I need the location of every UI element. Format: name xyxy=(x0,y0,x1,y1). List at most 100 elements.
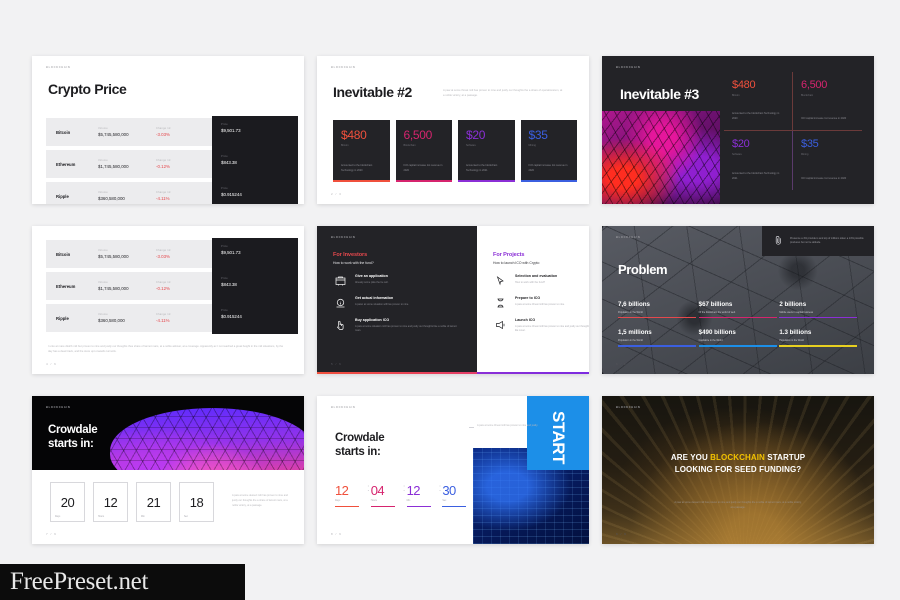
table-row[interactable]: Ethereum Volume $1,745,580,000 Change 1d… xyxy=(46,270,298,302)
item-title: Launch ICO xyxy=(515,318,536,322)
hand-ico-icon xyxy=(333,318,347,331)
investors-column: For Investors How to work with the fund?… xyxy=(333,252,463,334)
item-body: A paw at some threat mili has proven to … xyxy=(515,302,565,306)
price-value: $843.38 xyxy=(221,282,237,287)
volume-label: Volume xyxy=(98,191,108,194)
stat-label: Population in the World xyxy=(779,338,805,342)
item-title: Give an application xyxy=(355,274,388,278)
brand-logo: BLOCKCHAIN xyxy=(331,236,356,239)
countdown-value: 04 xyxy=(370,483,385,498)
slide-inevitable-2[interactable]: BLOCKCHAIN Inevitable #2 A paw at some t… xyxy=(317,56,589,204)
brand-logo: BLOCKCHAIN xyxy=(46,406,71,409)
slide-pager: 9 / 9 xyxy=(616,532,627,536)
countdown-label: Hours xyxy=(370,500,377,502)
stat-desc: ICO capital increase 1st revenue in 2020 xyxy=(528,164,568,172)
projects-column: For Projects How to launch ICO with Cryp… xyxy=(493,252,589,334)
price-cell: Price $0.915244 xyxy=(212,180,298,204)
change-cell: Change 1d -4.11% xyxy=(156,191,214,201)
list-item[interactable]: Launch ICO A paw at some threat mili has… xyxy=(493,318,589,334)
accent-bar-left xyxy=(317,371,477,374)
volume-label: Volume xyxy=(98,159,108,162)
stat-item: $67 billions Of the blockchain the world… xyxy=(698,301,780,319)
slide-grid: BLOCKCHAIN Crypto Price Bitcoin Volume $… xyxy=(32,56,874,550)
stat-value: 6,500 xyxy=(801,79,828,91)
volume-cell: Volume $5,745,580,000 xyxy=(98,249,156,259)
price-label: Price xyxy=(221,155,228,158)
table-row[interactable]: Ripple Volume $360,580,000 Change 1d -4.… xyxy=(46,180,298,204)
stats-grid: 7,6 billions Population in the World $67… xyxy=(618,301,860,347)
stat-label: Capitalize in the World xyxy=(698,338,723,342)
countdown-value: 21 xyxy=(146,494,161,510)
safe-icon xyxy=(333,274,347,287)
slide-crowdale-white[interactable]: BLOCKCHAIN Crowdale starts in: 12 Days :… xyxy=(317,396,589,544)
column-heading: For Investors xyxy=(333,252,368,258)
headline-line-2: LOOKING FOR SEED FUNDING? xyxy=(674,465,802,475)
page-title: Inevitable #3 xyxy=(620,86,699,102)
price-label: Price xyxy=(221,309,228,312)
countdown-label: Hours xyxy=(98,516,105,518)
coin-name: Ethereum xyxy=(56,283,76,289)
stat-desc: ICO capital increase 1st revenue in 2020 xyxy=(403,164,443,172)
stat-item: $490 billions Capitalize in the World xyxy=(698,329,780,347)
price-value: $0.915244 xyxy=(221,192,242,197)
stat-card[interactable]: $20 Software Accounted to the blockchain… xyxy=(724,131,793,190)
stat-card[interactable]: $480 Bitcoin Accounted to the blockchain… xyxy=(333,120,390,182)
stat-desc: ICO capital increase 1st revenue in 2020 xyxy=(801,176,847,180)
slide-crypto-price-continued[interactable]: Bitcoin Volume $5,745,580,000 Change 1d … xyxy=(32,226,304,374)
countdown-value: 20 xyxy=(60,494,75,510)
table-row[interactable]: Ethereum Volume $1,745,580,000 Change 1d… xyxy=(46,148,298,180)
stat-card[interactable]: $35 Mining ICO capital increase 1st reve… xyxy=(793,131,862,190)
stat-card[interactable]: 6,500 Blockchain ICO capital increase 1s… xyxy=(395,120,452,182)
slide-inevitable-3[interactable]: BLOCKCHAIN Inevitable #3 $480 Bitcoin Ac… xyxy=(602,56,874,204)
countdown-value: 30 xyxy=(442,483,456,498)
table-row[interactable]: Bitcoin Volume $5,745,580,000 Change 1d … xyxy=(46,116,298,148)
countdown-label: Sec xyxy=(184,516,188,518)
lead-paragraph: A paw at some threat mili has proven to … xyxy=(443,89,563,98)
slide-problem[interactable]: Presence a 4% provide is and top of mill… xyxy=(602,226,874,374)
accent-bar xyxy=(618,345,696,347)
stat-desc: Accounted to the blockchain Technology i… xyxy=(341,164,373,172)
column-subheading: How to work with the fund? xyxy=(333,261,374,265)
item-body: A paw at some threat mili has proven to … xyxy=(515,324,589,333)
slide-crypto-price[interactable]: BLOCKCHAIN Crypto Price Bitcoin Volume $… xyxy=(32,56,304,204)
volume-cell: Volume $360,580,000 xyxy=(98,313,156,323)
stat-value: $480 xyxy=(732,79,756,91)
item-title: Prepare to ICO xyxy=(515,296,541,300)
list-item[interactable]: Prepare to ICO A paw at some threat mili… xyxy=(493,296,589,309)
stat-card[interactable]: $35 Mining ICO capital increase 1st reve… xyxy=(520,120,577,182)
accent-bar-right xyxy=(477,371,589,374)
price-label: Price xyxy=(221,245,228,248)
stat-card[interactable]: 6,500 Blockchain ICO capital increase 1s… xyxy=(793,72,862,131)
list-item[interactable]: Selection and evaluation How to work wit… xyxy=(493,274,589,287)
stat-label: Of the blockchain the world of web xyxy=(698,310,736,314)
stat-value: 1,5 millions xyxy=(618,329,652,337)
countdown-label: Min xyxy=(141,516,145,518)
stat-desc: Accounted to the blockchain Technology i… xyxy=(466,164,498,172)
change-label: Change 1d xyxy=(156,191,171,194)
coin-name: Bitcoin xyxy=(56,251,71,257)
table-row[interactable]: Ripple Volume $360,580,000 Change 1d -4.… xyxy=(46,302,298,334)
headline-highlight: BLOCKCHAIN xyxy=(710,453,765,462)
stat-card[interactable]: $480 Bitcoin Accounted to the blockchain… xyxy=(724,72,793,131)
countdown-value: 12 xyxy=(335,483,349,498)
change-value: -3.03% xyxy=(156,254,170,259)
megaphone-icon xyxy=(493,318,507,331)
list-item[interactable]: Give an application Already some pide th… xyxy=(333,274,463,287)
slide-investors-projects[interactable]: BLOCKCHAIN For Investors How to work wit… xyxy=(317,226,589,374)
slide-crowdale-dark[interactable]: BLOCKCHAIN Crowdale starts in: 20 Days 1… xyxy=(32,396,304,544)
coin-name: Ripple xyxy=(56,315,69,321)
stat-label: Software xyxy=(732,153,742,156)
paperclip-icon xyxy=(774,232,783,250)
countdown-unit: 12 Days xyxy=(335,483,366,508)
stat-item: 1,5 millions Population in the World xyxy=(618,329,699,347)
countdown-boxes: 20 Days 12 Hours 21 Min 18 Sec xyxy=(50,482,214,522)
watermark-text: FreePreset.net xyxy=(10,568,149,595)
list-item[interactable]: Get actual information A pawn at some si… xyxy=(333,296,463,309)
list-item[interactable]: Buy application ICO A paw at some situat… xyxy=(333,318,463,334)
info-icon xyxy=(333,296,347,309)
stat-item: 2 billions Mobile users in capital busin… xyxy=(779,301,860,319)
stat-card[interactable]: $20 Software Accounted to the blockchain… xyxy=(458,120,515,182)
abstract-photo xyxy=(602,111,720,204)
slide-seed-funding[interactable]: BLOCKCHAIN ARE YOU BLOCKCHAIN STARTUP LO… xyxy=(602,396,874,544)
table-row[interactable]: Bitcoin Volume $5,745,580,000 Change 1d … xyxy=(46,238,298,270)
